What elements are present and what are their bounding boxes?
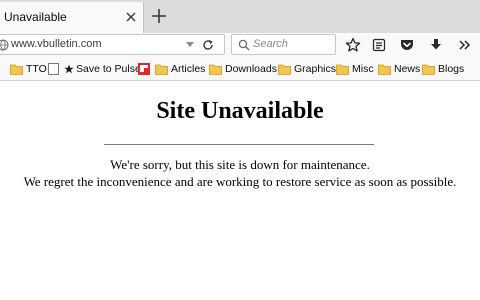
folder-icon: [155, 64, 168, 75]
star-icon: [64, 64, 74, 74]
navigation-toolbar: www.vbulletin.com Search: [0, 33, 480, 58]
search-icon: [238, 39, 250, 51]
bookmark-label: Save to Pulse: [76, 63, 141, 75]
overflow-chevron-icon[interactable]: [457, 37, 473, 53]
page-icon: [48, 63, 59, 75]
bookmark-tto[interactable]: TTO: [10, 62, 47, 77]
tab-strip: Unavailable: [0, 0, 480, 33]
folder-icon: [336, 64, 349, 75]
address-bar[interactable]: www.vbulletin.com: [0, 34, 225, 55]
bookmark-news[interactable]: News: [378, 62, 420, 77]
folder-icon: [378, 64, 391, 75]
pocket-icon[interactable]: [399, 37, 415, 53]
flipboard-icon: [138, 63, 150, 75]
maintenance-message: We're sorry, but this site is down for m…: [110, 157, 370, 172]
folder-icon: [10, 64, 23, 75]
bookmark-star-icon[interactable]: [345, 37, 361, 53]
close-tab-icon[interactable]: [124, 10, 138, 24]
folder-icon: [278, 64, 291, 75]
bookmark-label: Articles: [171, 63, 206, 75]
bookmark-label: TTO: [26, 63, 47, 75]
site-info-icon[interactable]: [0, 39, 9, 51]
search-placeholder: Search: [253, 38, 288, 50]
reload-icon[interactable]: [202, 39, 214, 51]
bookmark-articles[interactable]: Articles: [155, 62, 207, 77]
tab-title: Unavailable: [4, 10, 67, 24]
bookmark-downloads[interactable]: Downloads: [209, 62, 277, 77]
apology-message: We regret the inconvenience and are work…: [23, 174, 457, 189]
url-text[interactable]: www.vbulletin.com: [11, 38, 101, 50]
bookmark-graphics[interactable]: Graphics: [278, 62, 337, 77]
bookmark-label: Graphics: [294, 63, 337, 75]
bookmark-blogs[interactable]: Blogs: [422, 62, 468, 77]
url-dropdown-icon[interactable]: [185, 41, 195, 49]
bookmark-misc[interactable]: Misc: [336, 62, 376, 77]
download-icon[interactable]: [428, 37, 444, 53]
bookmark-label: Misc: [352, 63, 374, 75]
folder-icon: [209, 64, 222, 75]
bookmark-flipboard[interactable]: [138, 62, 151, 77]
divider: [104, 144, 374, 145]
bookmark-page[interactable]: [48, 62, 60, 77]
folder-icon: [422, 64, 435, 75]
search-input[interactable]: Search: [231, 34, 336, 55]
bookmarks-toolbar: TTO Save to Pulse Articles Downloads Gra…: [0, 58, 480, 81]
bookmark-label: News: [394, 63, 421, 75]
new-tab-icon[interactable]: [150, 7, 168, 25]
bookmark-save-to-pulse[interactable]: Save to Pulse: [64, 62, 141, 77]
bookmark-label: Downloads: [225, 63, 277, 75]
active-tab[interactable]: Unavailable: [0, 2, 144, 33]
page-title: Site Unavailable: [156, 98, 324, 124]
reading-list-icon[interactable]: [371, 37, 387, 53]
bookmark-label: Blogs: [438, 63, 465, 75]
